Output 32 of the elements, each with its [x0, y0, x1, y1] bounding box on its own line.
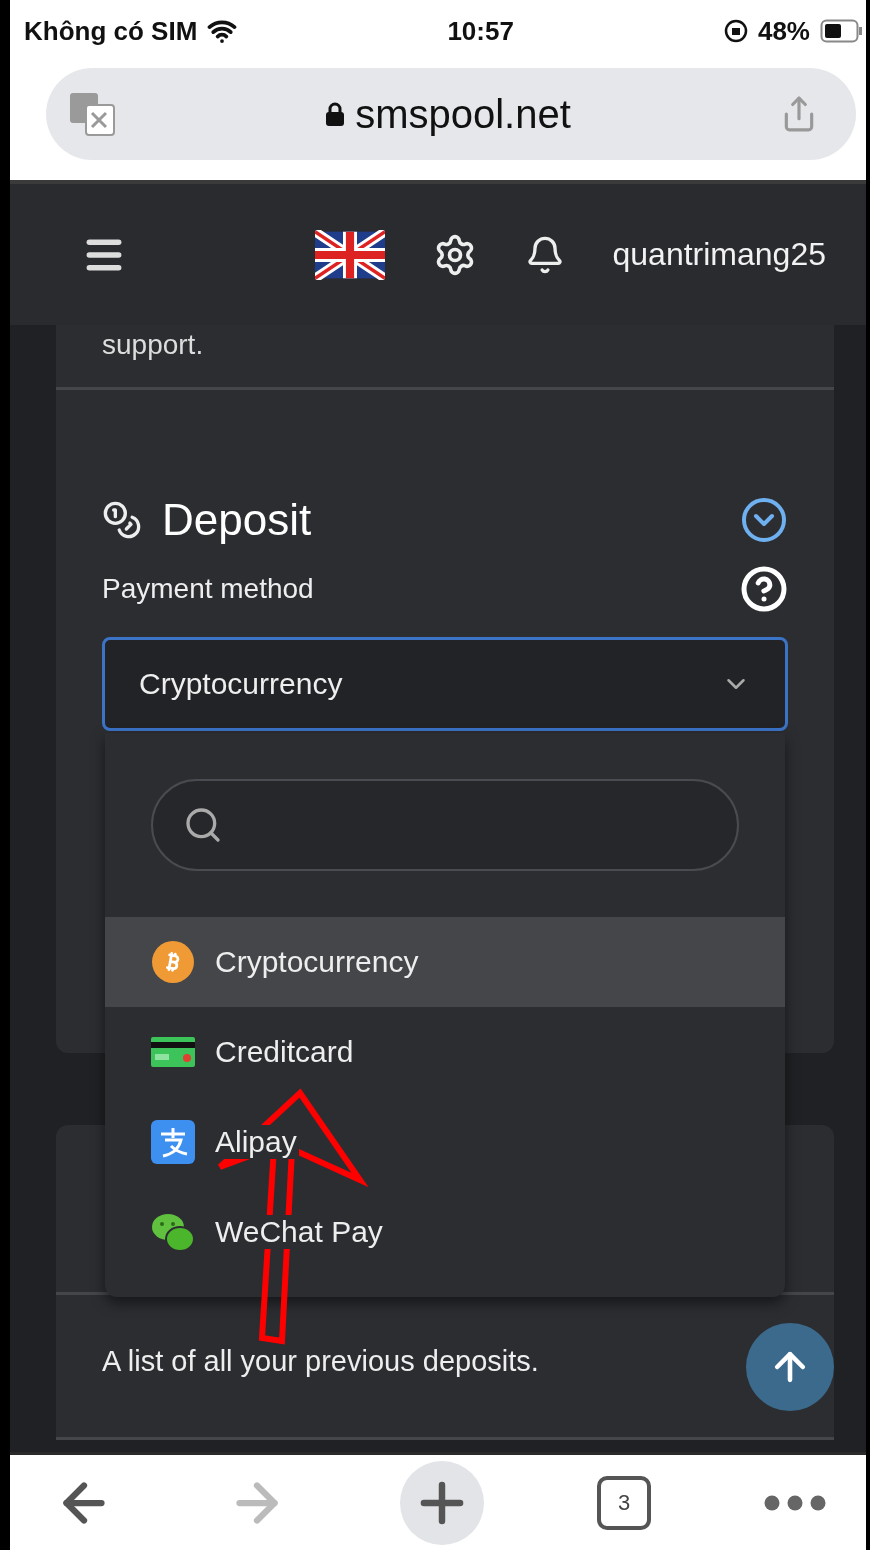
alipay-icon: [151, 1120, 195, 1164]
username-link[interactable]: quantrimang25: [612, 236, 826, 273]
clock-time: 10:57: [447, 15, 514, 47]
lock-icon: [325, 101, 346, 127]
search-icon: [183, 805, 223, 845]
card-text: support.: [102, 329, 205, 361]
flag-icon[interactable]: [314, 229, 385, 280]
tabs-button[interactable]: 3: [597, 1475, 651, 1530]
bitcoin-icon: [151, 940, 195, 984]
collapse-icon[interactable]: [740, 496, 788, 544]
history-description: A list of all your previous deposits.: [102, 1345, 539, 1378]
payment-option[interactable]: Creditcard: [105, 1007, 785, 1097]
field-label: Payment method: [102, 573, 314, 605]
more-button[interactable]: [764, 1494, 826, 1511]
payment-option[interactable]: WeChat Pay: [105, 1187, 785, 1277]
carrier-text: Không có SIM: [24, 15, 198, 47]
translate-icon[interactable]: [68, 91, 116, 137]
payment-option[interactable]: Cryptocurrency: [105, 917, 785, 1007]
coins-icon: [102, 500, 142, 540]
address-bar[interactable]: smspool.net: [46, 68, 856, 160]
payment-method-select[interactable]: Cryptocurrency: [102, 637, 788, 731]
payment-option[interactable]: Alipay: [105, 1097, 785, 1187]
dots-icon: [764, 1494, 826, 1511]
option-label: WeChat Pay: [213, 1215, 385, 1249]
battery-percent: 48%: [757, 15, 810, 47]
orientation-lock-icon: [723, 19, 748, 43]
credit-card-icon: [151, 1037, 195, 1067]
url-text: smspool.net: [355, 91, 571, 137]
option-label: Alipay: [213, 1125, 299, 1159]
help-icon[interactable]: [740, 565, 788, 613]
section-title: Deposit: [162, 495, 312, 545]
battery-icon: [820, 19, 862, 43]
